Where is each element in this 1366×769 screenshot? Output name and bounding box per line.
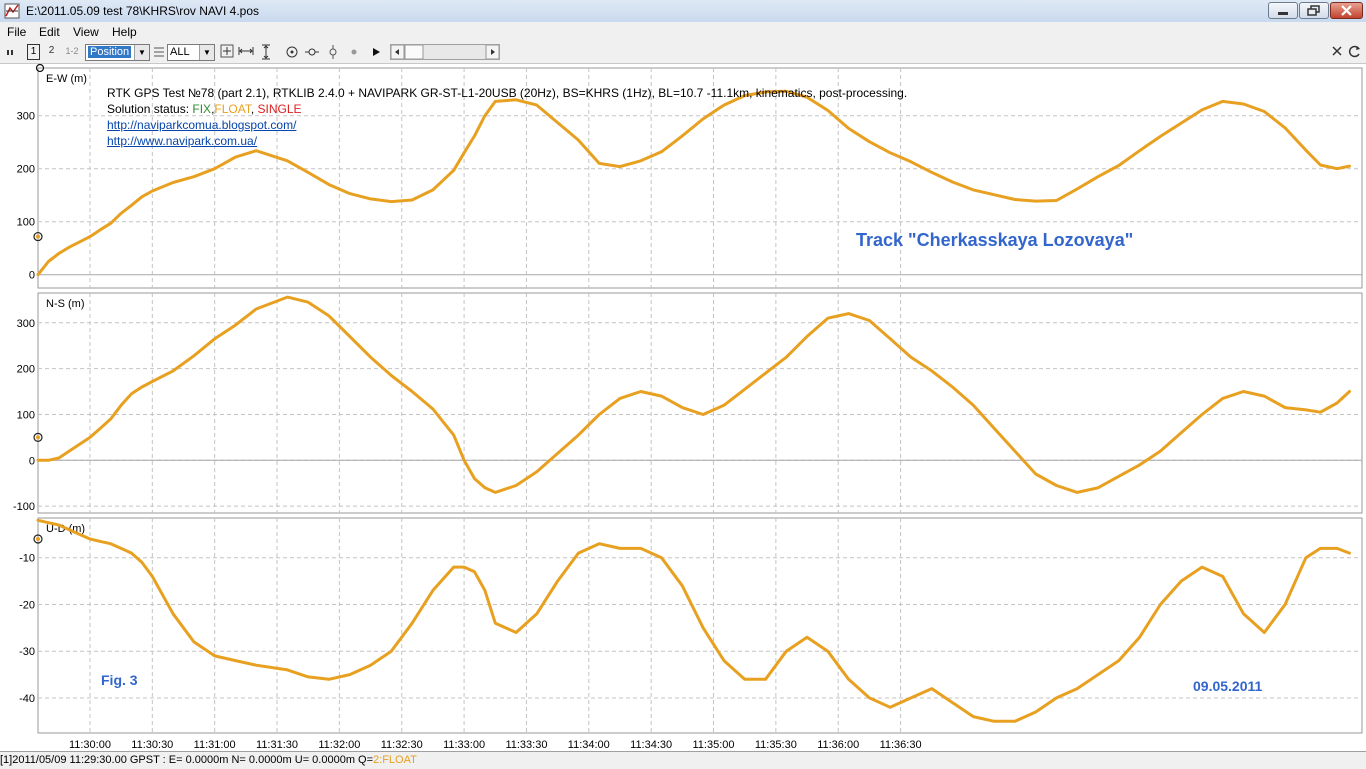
menu-view[interactable]: View — [73, 25, 99, 39]
close-icon — [1341, 5, 1352, 16]
x-tick-label: 11:34:00 — [568, 739, 610, 751]
x-tick-label: 11:31:30 — [256, 739, 298, 751]
status-float: FLOAT — [214, 102, 251, 116]
position-plot[interactable]: 100 200 300 0 E-W (m) -100 0 100 200 300 N-S (m) -4… — [0, 63, 1366, 751]
x-tick-label: 11:34:30 — [630, 739, 672, 751]
y-tick-label: -100 — [13, 501, 35, 513]
y-axis-label: N-S (m) — [46, 298, 85, 310]
origin-marker-dot — [36, 234, 40, 239]
figure-label: Fig. 3 — [101, 672, 138, 688]
time-scrollbar[interactable] — [390, 44, 500, 60]
x-tick-label: 11:35:00 — [693, 739, 735, 751]
x-tick-label: 11:32:00 — [318, 739, 360, 751]
y-tick-label: 100 — [17, 409, 35, 421]
x-tick-label: 11:36:30 — [880, 739, 922, 751]
plot-1-button[interactable]: 1 — [27, 44, 40, 60]
plot-1-2-button[interactable]: 1-2 — [63, 44, 81, 60]
window-title: E:\2011.05.09 test 78\KHRS\rov NAVI 4.po… — [26, 4, 260, 18]
marker-icon[interactable] — [326, 44, 340, 60]
status-fix: FIX — [192, 102, 212, 116]
center-icon[interactable] — [220, 44, 234, 60]
y-tick-label: 300 — [17, 111, 35, 123]
crosshair-icon[interactable] — [305, 44, 319, 60]
x-tick-label: 11:30:00 — [69, 739, 111, 751]
y-axis-label: E-W (m) — [46, 73, 87, 85]
scrollbar-graphic — [391, 45, 499, 59]
x-tick-label: 11:35:30 — [755, 739, 797, 751]
y-tick-label: -40 — [19, 693, 35, 705]
show-origin-icon[interactable] — [285, 44, 299, 60]
status-bar: [1]2011/05/09 11:29:30.00 GPST : E= 0.00… — [0, 751, 1366, 769]
fit-vertical-icon[interactable] — [259, 44, 273, 60]
y-tick-label: 0 — [29, 270, 35, 282]
blog-link[interactable]: http://naviparkcomua.blogspot.com/ — [107, 118, 296, 132]
plot-type-select[interactable]: Position ▼ — [85, 44, 150, 61]
status-quality: 2:FLOAT — [373, 754, 417, 766]
plot-type-value: Position — [88, 46, 132, 58]
track-title: Track "Cherkasskaya Lozovaya" — [856, 230, 1134, 250]
close-button[interactable] — [1330, 2, 1363, 19]
menu-file[interactable]: File — [7, 25, 26, 39]
chevron-down-icon: ▼ — [199, 45, 214, 60]
y-tick-label: 200 — [17, 164, 35, 176]
menu-help[interactable]: Help — [112, 25, 137, 39]
restore-button[interactable] — [1299, 2, 1329, 19]
x-tick-label: 11:30:30 — [131, 739, 173, 751]
date-label: 09.05.2011 — [1193, 678, 1263, 694]
plot-area[interactable]: 100 200 300 0 E-W (m) -100 0 100 200 300 N-S (m) -4… — [0, 63, 1366, 751]
y-tick-label: -20 — [19, 599, 35, 611]
plot-frame — [37, 517, 1363, 734]
restore-icon — [1307, 5, 1320, 16]
minimize-button[interactable] — [1268, 2, 1298, 19]
y-tick-label: 200 — [17, 364, 35, 376]
play-icon[interactable] — [370, 44, 382, 60]
x-tick-label: 11:32:30 — [381, 739, 423, 751]
title-bar: E:\2011.05.09 test 78\KHRS\rov NAVI 4.po… — [0, 0, 1366, 23]
plot-frame — [37, 67, 1363, 289]
toolbar: 1 2 1-2 Position ▼ ALL ▼ — [0, 41, 1366, 64]
app-icon — [4, 3, 20, 19]
status-label: Solution status: — [107, 102, 193, 116]
origin-marker-dot — [36, 435, 40, 440]
solution-status: Solution status: FIX,FLOAT, SINGLE — [107, 102, 302, 116]
grip-icon — [7, 50, 13, 55]
minimize-icon — [1278, 12, 1288, 15]
plot-2-button[interactable]: 2 — [45, 44, 58, 60]
lines-icon — [154, 47, 164, 57]
y-tick-label: 300 — [17, 318, 35, 330]
menu-edit[interactable]: Edit — [39, 25, 60, 39]
x-tick-label: 11:36:00 — [817, 739, 859, 751]
origin-marker-dot — [36, 537, 40, 542]
y-tick-label: 0 — [29, 455, 35, 467]
y-tick-label: -10 — [19, 553, 35, 565]
status-readout: [1]2011/05/09 11:29:30.00 GPST : E= 0.00… — [0, 754, 374, 766]
x-tick-label: 11:31:00 — [194, 739, 236, 751]
y-tick-label: -30 — [19, 646, 35, 658]
refresh-icon[interactable] — [1348, 44, 1362, 60]
quality-select[interactable]: ALL ▼ — [167, 44, 215, 61]
quality-value: ALL — [170, 46, 190, 58]
x-tick-label: 11:33:00 — [443, 739, 485, 751]
site-link[interactable]: http://www.navipark.com.ua/ — [107, 134, 257, 148]
chevron-down-icon: ▼ — [134, 45, 149, 60]
fit-horizontal-icon[interactable] — [238, 44, 254, 60]
status-single: SINGLE — [257, 102, 302, 116]
status-comma: , — [250, 102, 258, 116]
header-annotation: RTK GPS Test №78 (part 2.1), RTKLIB 2.4.… — [107, 86, 908, 100]
menu-bar: File Edit View Help — [0, 22, 1366, 41]
x-tick-label: 11:33:30 — [505, 739, 547, 751]
close-plot-icon[interactable] — [1330, 44, 1344, 60]
y-tick-label: 100 — [17, 217, 35, 229]
dot-icon[interactable] — [348, 44, 360, 60]
